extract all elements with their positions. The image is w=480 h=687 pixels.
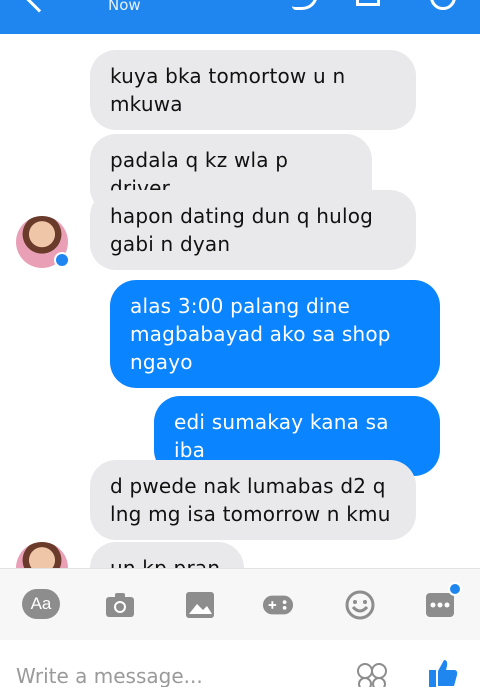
composer-toolbar: Aa — [0, 568, 480, 640]
back-arrow-icon[interactable] — [23, 0, 55, 13]
thumbs-up-icon[interactable] — [428, 658, 458, 687]
video-call-icon[interactable] — [356, 0, 380, 6]
contact-avatar[interactable] — [16, 542, 68, 568]
games-icon[interactable] — [262, 589, 294, 621]
message-composer — [0, 640, 480, 687]
camera-icon[interactable] — [104, 589, 136, 621]
message-thread[interactable]: kuya bka tomortow u n mkuwa padala q kz … — [0, 34, 480, 568]
phone-call-icon[interactable] — [292, 0, 318, 10]
message-bubble-incoming[interactable]: un kp pran — [90, 542, 244, 568]
message-bubble-outgoing[interactable]: alas 3:00 palang dine magbabayad ako sa … — [110, 280, 440, 388]
text-format-button[interactable]: Aa — [22, 589, 60, 619]
message-bubble-incoming[interactable]: kuya bka tomortow u n mkuwa — [90, 50, 416, 130]
emoji-icon[interactable] — [344, 589, 376, 621]
notification-dot — [448, 582, 462, 596]
message-input[interactable] — [16, 662, 336, 687]
conversation-header: Now — [0, 0, 480, 34]
messenger-badge-icon — [54, 252, 70, 268]
gallery-icon[interactable] — [184, 589, 216, 621]
sticker-icon[interactable] — [356, 662, 388, 687]
message-bubble-incoming[interactable]: d pwede nak lumabas d2 q lng mg isa tomo… — [90, 460, 416, 540]
active-status: Now — [108, 0, 141, 14]
info-icon[interactable] — [430, 0, 456, 10]
message-bubble-incoming[interactable]: hapon dating dun q hulog gabi n dyan — [90, 190, 416, 270]
